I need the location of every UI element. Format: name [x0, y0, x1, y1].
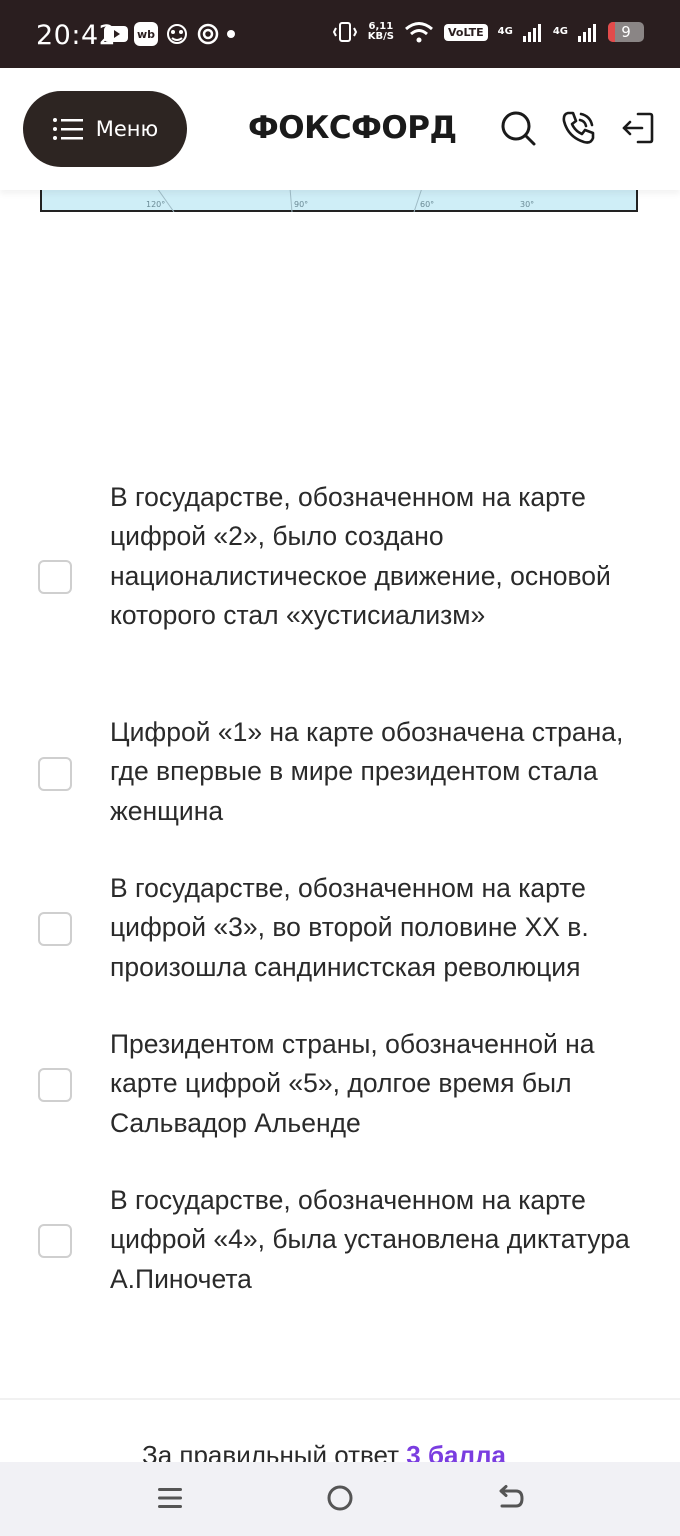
network-type-1-label: 4G [497, 26, 513, 37]
speed-unit: KB/S [367, 31, 394, 42]
status-bar: 20:42 wb 6,11 KB/S VoLTE 4G 4G 9 [0, 0, 680, 68]
map-tick: 90° [294, 200, 309, 209]
battery-indicator: 9 [608, 22, 644, 42]
answer-text: В государстве, обозначенном на карте циф… [110, 482, 611, 630]
logo[interactable]: ФОКСФОРД [248, 110, 457, 146]
site-header: Меню ФОКСФОРД [0, 68, 680, 190]
game-icon [167, 24, 187, 44]
at-icon [197, 23, 219, 45]
answer-text: Цифрой «1» на карте обозначена страна, г… [110, 717, 624, 826]
signal-icon-1 [522, 24, 541, 42]
network-type-2-label: 4G [552, 26, 568, 37]
map-tick: 30° [520, 200, 535, 209]
answer-checkbox[interactable] [38, 560, 72, 594]
map-tick: 60° [420, 200, 435, 209]
network-speed: 6,11 KB/S [368, 22, 394, 42]
answer-text: В государстве, обозначенном на карте циф… [110, 873, 589, 982]
menu-button[interactable]: Меню [23, 91, 187, 167]
network-type-2: 4G [553, 27, 568, 37]
recents-icon[interactable] [154, 1482, 186, 1514]
volte-badge: VoLTE [443, 23, 488, 41]
divider [0, 1398, 680, 1400]
phone-icon[interactable] [558, 108, 598, 148]
answer-checkbox[interactable] [38, 1224, 72, 1258]
answer-checkbox[interactable] [38, 1068, 72, 1102]
vibrate-icon [332, 22, 357, 42]
answer-checkbox[interactable] [38, 912, 72, 946]
youtube-icon [104, 26, 128, 42]
home-icon[interactable] [324, 1482, 356, 1514]
system-nav-bar [0, 1462, 680, 1536]
network-type-1: 4G [498, 27, 513, 37]
notification-icons: wb [104, 22, 236, 46]
map-tick: 120° [146, 200, 166, 209]
answer-text: В государстве, обозначенном на карте циф… [110, 1185, 630, 1294]
dot-icon [227, 30, 235, 38]
search-icon[interactable] [498, 108, 538, 148]
svg-text:wb: wb [137, 28, 155, 41]
battery-level: 9 [621, 23, 631, 41]
back-icon[interactable] [494, 1482, 526, 1514]
login-icon[interactable] [618, 108, 658, 148]
answer-checkbox[interactable] [38, 757, 72, 791]
map-graticule [156, 188, 423, 212]
system-indicators: 6,11 KB/S VoLTE 4G 4G 9 [332, 20, 644, 44]
wb-icon: wb [134, 22, 158, 46]
menu-label: Меню [95, 117, 159, 141]
signal-icon-2 [578, 24, 596, 42]
map-image: 120° 90° 60° 30° [40, 188, 638, 212]
hamburger-icon [52, 118, 83, 140]
wifi-icon [405, 22, 433, 43]
answer-text: Президентом страны, обозначенной на карт… [110, 1029, 595, 1138]
battery-fill [608, 22, 616, 42]
